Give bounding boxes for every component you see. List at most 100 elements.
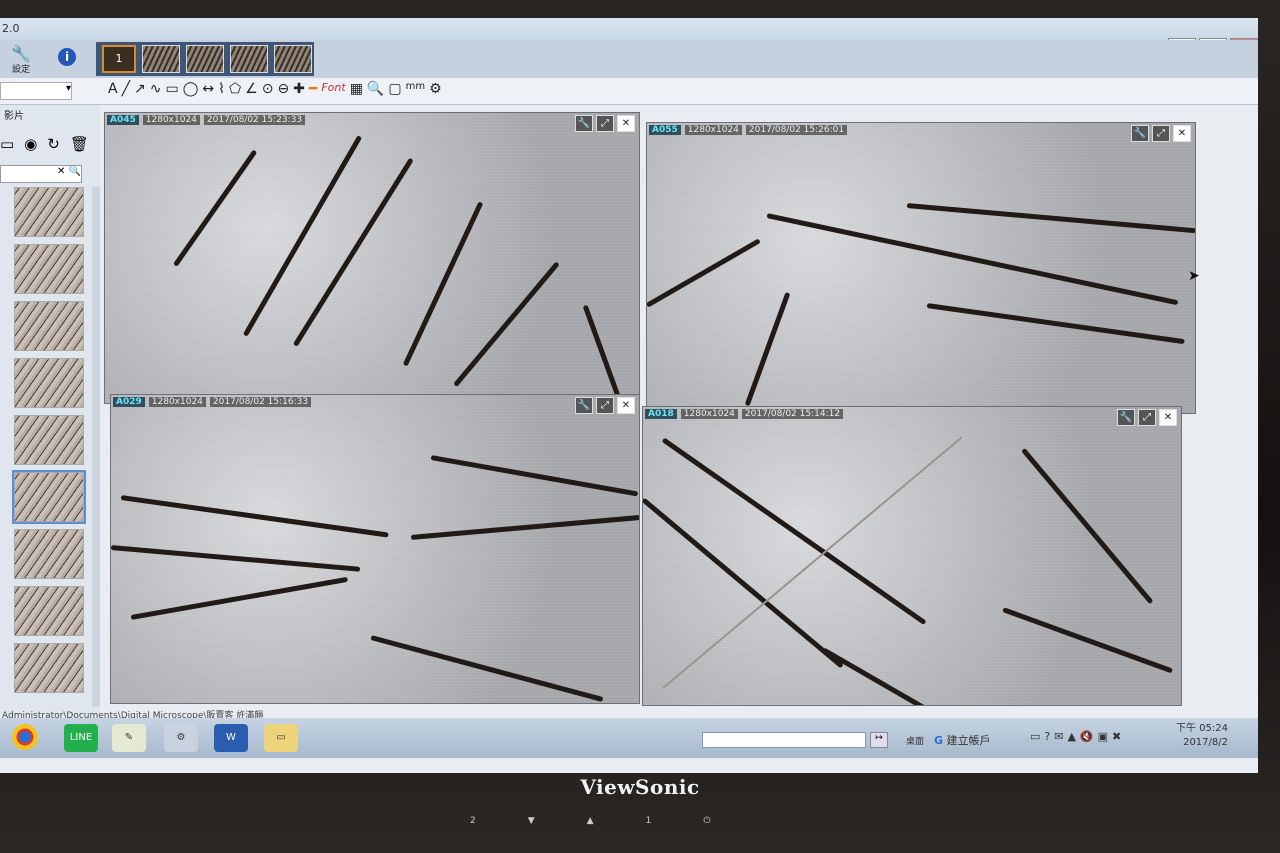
list-item[interactable]	[14, 529, 84, 579]
panel-id: A018	[645, 409, 677, 419]
list-item[interactable]	[14, 358, 84, 408]
list-item[interactable]	[14, 643, 84, 693]
list-item[interactable]	[14, 301, 84, 351]
status-path: Administrator\Documents\Digital Microsco…	[2, 711, 264, 721]
grid-tool-icon[interactable]: ▦	[350, 81, 363, 97]
image-panel-a029[interactable]: A029 1280x1024 2017/08/02 15:16:33 🔧 ⤢ ✕	[110, 394, 640, 704]
panel-id: A055	[649, 125, 681, 135]
view-dropdown[interactable]: ▾	[0, 82, 72, 100]
top-bar: 🔧 設定 i 1	[0, 40, 1258, 78]
monitor-brand-logo: ViewSonic	[580, 775, 700, 799]
list-item[interactable]	[14, 244, 84, 294]
count-tool-icon[interactable]: ✚	[293, 81, 305, 97]
circle-tool-icon[interactable]: ◯	[183, 81, 199, 97]
line-tool-icon[interactable]: ╱	[122, 81, 130, 97]
rotate-icon[interactable]: ↻	[47, 135, 60, 153]
monitor-button-down[interactable]: ▼	[528, 816, 535, 826]
panel-close-button[interactable]: ✕	[617, 115, 635, 132]
zoom-tool-icon[interactable]: 🔍	[367, 81, 384, 97]
panel-id: A045	[107, 115, 139, 125]
panel-export-button[interactable]: ⤢	[1138, 409, 1156, 426]
line-app-icon[interactable]: LINE	[64, 724, 98, 752]
panel-timestamp: 2017/08/02 15:26:01	[745, 125, 848, 135]
google-account-button[interactable]: G 建立帳戶	[934, 732, 991, 748]
search-input[interactable]: ✕ 🔍	[0, 165, 82, 183]
go-button[interactable]: ↦	[870, 732, 888, 748]
strip-thumbnail[interactable]	[142, 45, 180, 73]
panel-timestamp: 2017/08/02 15:23:33	[203, 115, 306, 125]
settings-label: 設定	[11, 65, 30, 75]
settings-app-icon[interactable]: ⚙	[164, 724, 198, 752]
image-panel-a018[interactable]: A018 1280x1024 2017/08/02 15:14:12 🔧 ⤢ ✕	[642, 406, 1182, 706]
panel-settings-button[interactable]: 🔧	[575, 115, 593, 132]
text-tool-icon[interactable]: A	[108, 81, 118, 97]
info-icon[interactable]: i	[58, 48, 76, 66]
wrench-icon: 🔧	[11, 44, 31, 63]
panel-close-button[interactable]: ✕	[1173, 125, 1191, 142]
app-version: 2.0	[2, 22, 20, 35]
tab-video[interactable]: 影片	[4, 107, 24, 122]
google-account-label: 建立帳戶	[946, 734, 991, 747]
monitor-power-icon[interactable]: ⏻	[703, 816, 710, 826]
size-input-icon[interactable]: ▢	[388, 81, 401, 97]
settings-button[interactable]: 🔧 設定	[6, 44, 36, 76]
list-item[interactable]	[14, 187, 84, 237]
chrome-icon[interactable]	[12, 724, 38, 750]
calibrate-tool-icon[interactable]: ⚙	[429, 81, 442, 97]
trash-icon[interactable]: 🗑	[70, 135, 89, 153]
list-item[interactable]	[14, 415, 84, 465]
panel-export-button[interactable]: ⤢	[596, 397, 614, 414]
strip-thumbnail[interactable]	[274, 45, 312, 73]
address-input[interactable]	[702, 732, 866, 748]
microscope-image	[643, 407, 1181, 705]
camera-icon[interactable]: ◉	[24, 135, 37, 153]
monitor-buttons: 2 ▼ ▲ 1 ⏻	[470, 816, 710, 826]
frame-number[interactable]: 1	[102, 45, 136, 73]
panel-export-button[interactable]: ⤢	[1152, 125, 1170, 142]
color-tool-icon[interactable]: ━	[309, 81, 317, 97]
screen: 2.0 — ❐ ✕ 🔧 設定 i 1 ▾ A ╱ ↗ ∿ ▭ ◯ ↔ ⌇	[0, 18, 1258, 773]
word-icon[interactable]: W	[214, 724, 248, 752]
panel-close-button[interactable]: ✕	[617, 397, 635, 414]
angle-tool-icon[interactable]: ∠	[245, 81, 258, 97]
panel-close-button[interactable]: ✕	[1159, 409, 1177, 426]
folder-icon[interactable]: ▭	[264, 724, 298, 752]
panel-settings-button[interactable]: 🔧	[1117, 409, 1135, 426]
strip-thumbnail[interactable]	[186, 45, 224, 73]
left-sidebar: 影片 ▭ ◉ ↻ 🗑 ✕ 🔍	[0, 105, 100, 715]
google-icon: G	[934, 734, 944, 747]
panel-settings-button[interactable]: 🔧	[575, 397, 593, 414]
desktop-label[interactable]: 桌面	[906, 734, 924, 747]
image-panel-a055[interactable]: A055 1280x1024 2017/08/02 15:26:01 🔧 ⤢ ✕	[646, 122, 1196, 414]
taskbar-clock[interactable]: 下午 05:24 2017/8/2	[1172, 722, 1228, 750]
monitor-button-2[interactable]: 2	[470, 816, 476, 826]
system-tray-icons[interactable]: ▭?✉▲🔇▣✖	[1030, 730, 1125, 743]
microscope-image	[111, 395, 639, 703]
measure-tool-icon[interactable]: ↔	[202, 81, 214, 97]
monitor-button-1[interactable]: 1	[646, 816, 652, 826]
list-item-selected[interactable]	[12, 470, 86, 524]
monitor-button-up[interactable]: ▲	[587, 816, 594, 826]
panel-settings-button[interactable]: 🔧	[1131, 125, 1149, 142]
font-tool[interactable]: Font	[321, 81, 345, 97]
polygon-tool-icon[interactable]: ⬠	[229, 81, 241, 97]
thumbnail-scrollbar[interactable]	[92, 187, 100, 707]
panel-export-button[interactable]: ⤢	[596, 115, 614, 132]
folder-icon[interactable]: ▭	[0, 135, 14, 153]
image-panel-a045[interactable]: A045 1280x1024 2017/08/02 15:23:33 🔧 ⤢ ✕	[104, 112, 640, 404]
strip-thumbnail[interactable]	[230, 45, 268, 73]
unit-select[interactable]: mm	[406, 81, 425, 97]
panel-resolution: 1280x1024	[684, 125, 742, 135]
arrow-tool-icon[interactable]: ↗	[134, 81, 146, 97]
microscope-app-icon[interactable]: ✎	[112, 724, 146, 752]
polyline-tool-icon[interactable]: ⌇	[218, 81, 225, 97]
curve-tool-icon[interactable]: ∿	[150, 81, 162, 97]
panel-timestamp: 2017/08/02 15:14:12	[741, 409, 844, 419]
radius-tool-icon[interactable]: ⊙	[262, 81, 274, 97]
microscope-image	[105, 113, 639, 403]
diameter-tool-icon[interactable]: ⊖	[277, 81, 289, 97]
microscope-image	[647, 123, 1195, 413]
rectangle-tool-icon[interactable]: ▭	[165, 81, 178, 97]
title-bar: 2.0	[0, 18, 1258, 40]
list-item[interactable]	[14, 586, 84, 636]
